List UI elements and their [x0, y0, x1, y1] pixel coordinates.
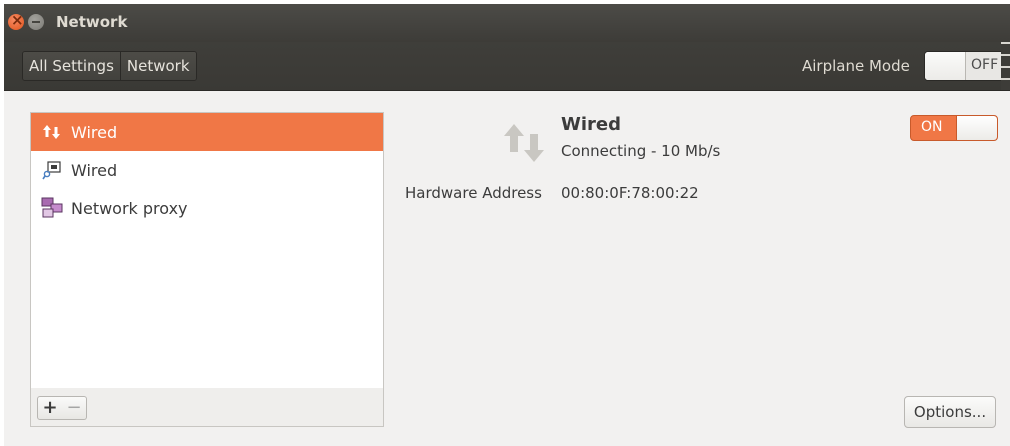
- hardware-address-label: Hardware Address: [405, 184, 542, 202]
- airplane-mode-state: OFF: [971, 57, 999, 73]
- wired-connection-icon: [504, 124, 544, 162]
- connection-title: Wired: [561, 114, 621, 135]
- hardware-address-value: 00:80:0F:78:00:22: [561, 184, 699, 202]
- minimize-window-button[interactable]: [28, 14, 44, 30]
- network-device-icon: [41, 159, 63, 181]
- sidebar-item-network-proxy[interactable]: Network proxy: [31, 189, 383, 227]
- switch-knob: [956, 116, 997, 140]
- sidebar-item-label: Wired: [71, 122, 118, 142]
- network-device-list: Wired Wired Network proxy: [30, 112, 384, 390]
- window-grip: [1001, 42, 1010, 90]
- connection-status: Connecting - 10 Mb/s: [561, 142, 721, 160]
- breadcrumb-network[interactable]: Network: [119, 52, 196, 80]
- toolbar: All Settings Network Airplane Mode OFF: [4, 42, 1010, 91]
- close-window-button[interactable]: [8, 11, 24, 30]
- airplane-mode-label: Airplane Mode: [802, 57, 910, 75]
- switch-knob: [925, 52, 966, 80]
- remove-connection-button[interactable]: −: [62, 396, 87, 420]
- sidebar-item-label: Wired: [71, 160, 118, 180]
- breadcrumb: All Settings Network: [22, 51, 197, 81]
- add-connection-button[interactable]: +: [37, 396, 63, 420]
- network-proxy-icon: [41, 197, 63, 219]
- wired-arrows-icon: [41, 121, 63, 143]
- wired-on-switch[interactable]: ON: [910, 115, 998, 141]
- title-bar: Network: [4, 4, 1010, 42]
- wired-switch-state: ON: [921, 119, 943, 135]
- sidebar-item-label: Network proxy: [71, 198, 188, 218]
- sidebar-item-wired-selected[interactable]: Wired: [31, 113, 383, 151]
- airplane-mode-switch[interactable]: OFF: [924, 51, 1008, 81]
- sidebar-item-wired-device[interactable]: Wired: [31, 151, 383, 189]
- list-button-bar: + −: [30, 388, 384, 427]
- window-title: Network: [56, 13, 128, 31]
- options-button[interactable]: Options...: [904, 396, 996, 428]
- breadcrumb-all-settings[interactable]: All Settings: [23, 52, 120, 80]
- settings-window: Network All Settings Network Airplane Mo…: [4, 4, 1010, 446]
